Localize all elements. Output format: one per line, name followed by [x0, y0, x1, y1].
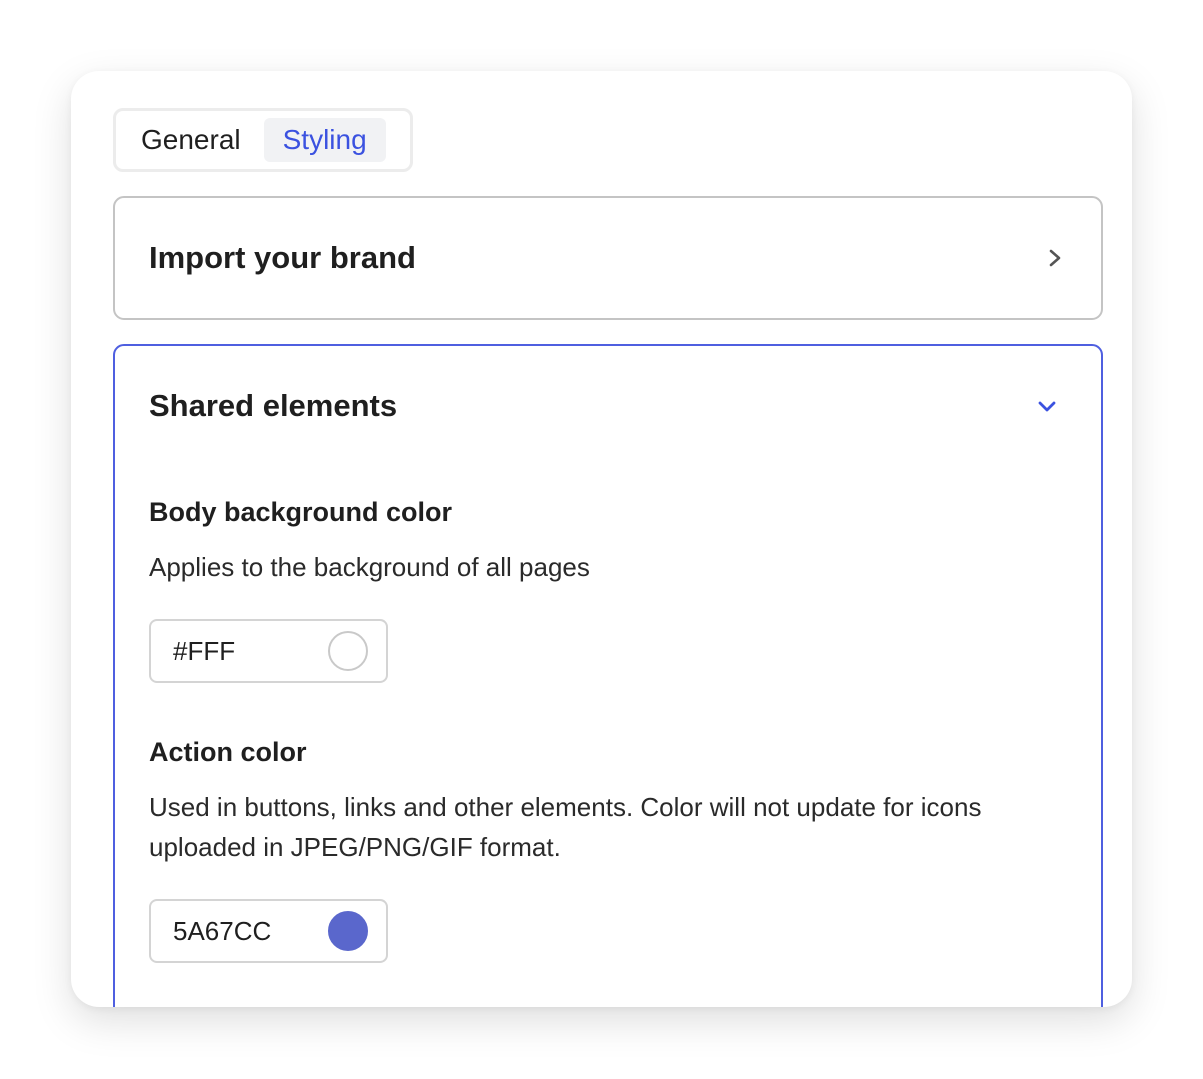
styling-settings-card: General Styling Import your brand Shared…	[71, 71, 1132, 1007]
shared-elements-header[interactable]: Shared elements	[149, 386, 1067, 426]
shared-elements-panel: Shared elements Body background color Ap…	[113, 344, 1103, 1007]
body-background-value: #FFF	[173, 635, 236, 666]
tab-styling[interactable]: Styling	[263, 118, 386, 162]
import-brand-panel[interactable]: Import your brand	[113, 196, 1103, 320]
chevron-right-icon	[1043, 246, 1067, 270]
body-background-label: Body background color	[149, 497, 453, 527]
action-color-value: 5A67CC	[173, 915, 272, 946]
body-background-description: Applies to the background of all pages	[149, 552, 590, 582]
shared-elements-title: Shared elements	[149, 388, 398, 423]
chevron-down-icon	[1035, 394, 1059, 418]
action-color-description: Used in buttons, links and other element…	[149, 792, 982, 862]
tab-group: General Styling	[113, 108, 413, 172]
import-brand-title: Import your brand	[149, 240, 416, 275]
body-background-color-field[interactable]: #FFF	[149, 619, 388, 683]
tab-general[interactable]: General	[122, 118, 260, 162]
action-color-label: Action color	[149, 737, 307, 767]
action-color-swatch[interactable]	[328, 911, 368, 951]
body-background-swatch[interactable]	[328, 631, 368, 671]
action-color-field[interactable]: 5A67CC	[149, 899, 388, 963]
